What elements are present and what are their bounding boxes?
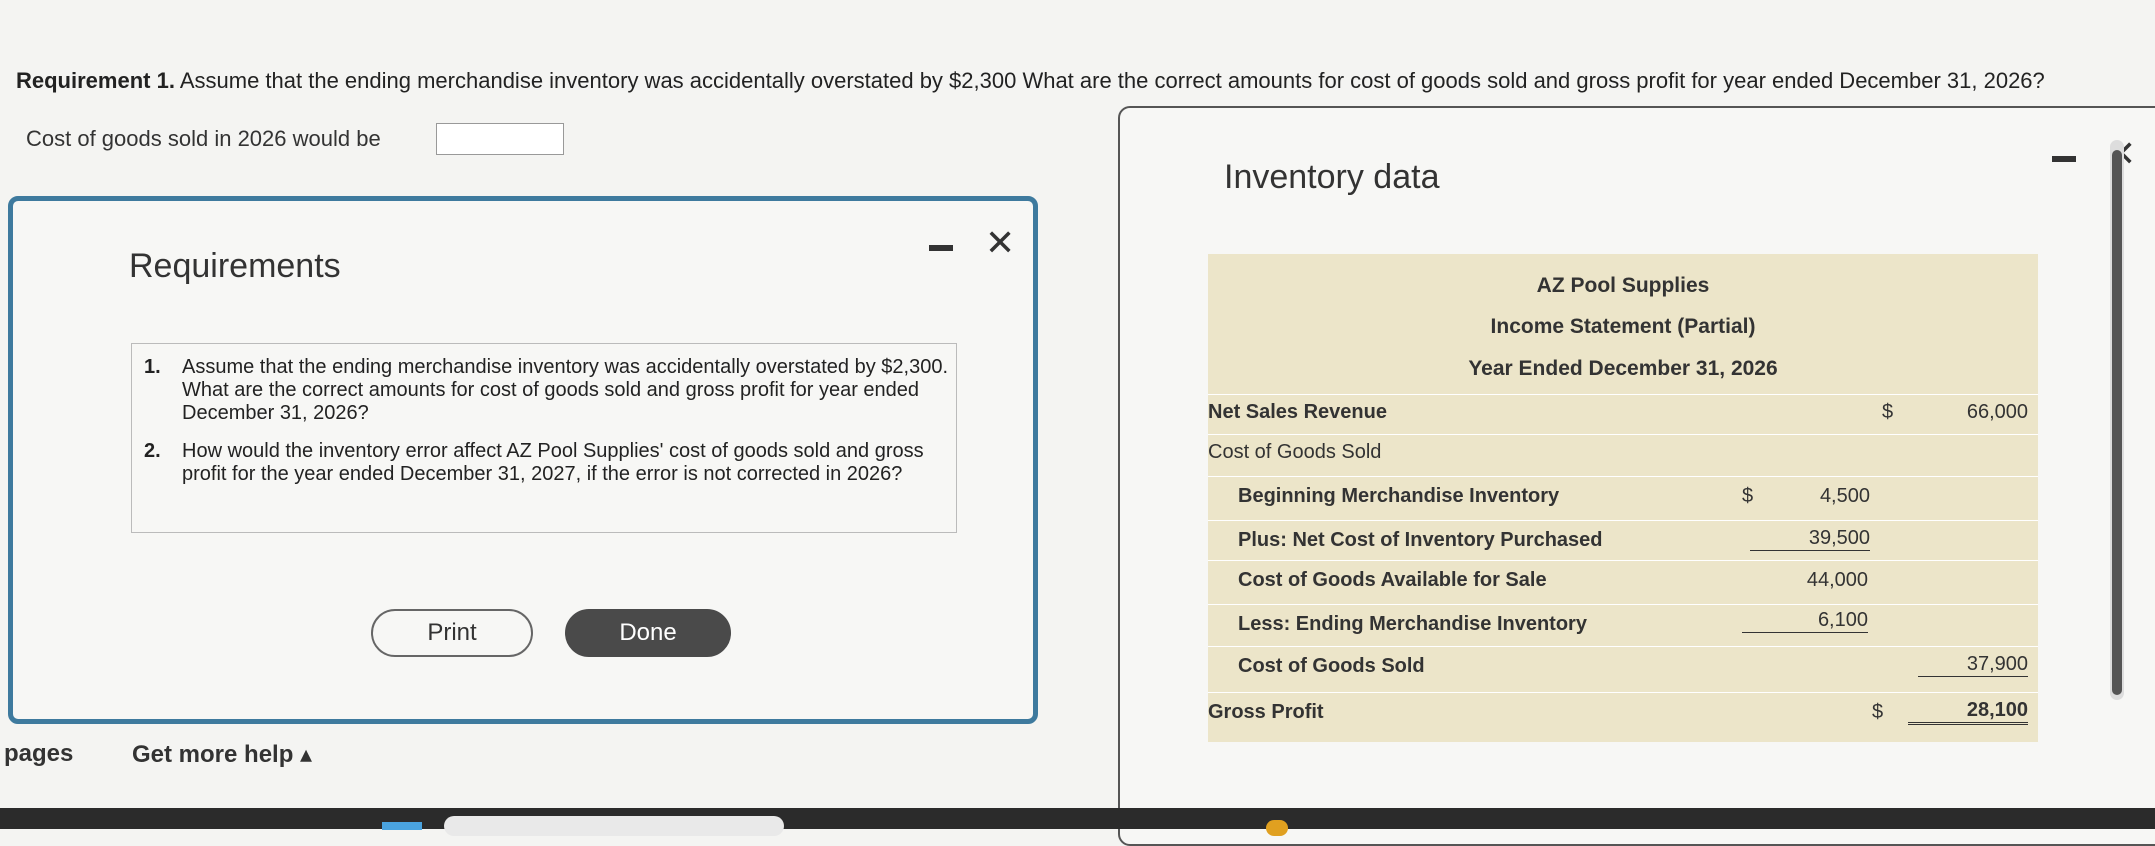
row-value: 37,900 xyxy=(1918,653,2028,677)
table-row: Cost of Goods Available for Sale 44,000 xyxy=(1208,560,2038,595)
item-text: How would the inventory error affect AZ … xyxy=(182,440,924,485)
row-value: 28,100 xyxy=(1908,699,2028,725)
item-text: Assume that the ending merchandise inven… xyxy=(182,356,948,424)
statement-name: Income Statement (Partial) xyxy=(1490,315,1756,338)
row-label: Cost of Goods Sold xyxy=(1208,441,1382,463)
table-row: Net Sales Revenue $ 66,000 xyxy=(1208,394,2038,429)
table-row: Beginning Merchandise Inventory $ 4,500 xyxy=(1208,476,2038,511)
requirements-list: 1. Assume that the ending merchandise in… xyxy=(131,343,957,533)
requirement-text: Assume that the ending merchandise inven… xyxy=(179,68,2045,93)
done-button[interactable]: Done xyxy=(565,609,731,657)
table-row: Cost of Goods Sold xyxy=(1208,434,2038,469)
row-label: Cost of Goods Available for Sale xyxy=(1238,569,1547,591)
dialog-title: Requirements xyxy=(129,247,341,285)
dollar-sign: $ xyxy=(1872,701,1884,723)
taskbar xyxy=(0,808,2155,829)
get-more-help-link[interactable]: Get more help ▴ xyxy=(132,740,312,769)
row-label: Cost of Goods Sold xyxy=(1238,655,1425,677)
table-row: Gross Profit $ 28,100 xyxy=(1208,692,2038,727)
dollar-sign: $ xyxy=(1742,485,1754,507)
close-icon[interactable]: ✕ xyxy=(985,225,1015,261)
row-label: Gross Profit xyxy=(1208,701,1324,723)
row-value: 39,500 xyxy=(1750,527,1870,551)
table-row: Plus: Net Cost of Inventory Purchased 39… xyxy=(1208,520,2038,555)
row-value: 44,000 xyxy=(1806,569,1868,591)
income-statement-table: AZ Pool Supplies Income Statement (Parti… xyxy=(1208,254,2038,742)
row-label: Less: Ending Merchandise Inventory xyxy=(1238,613,1587,635)
list-item: 2. How would the inventory error affect … xyxy=(144,440,944,514)
row-value: 66,000 xyxy=(1966,401,2028,423)
scrollbar-thumb[interactable] xyxy=(2112,150,2122,695)
cogs-input[interactable] xyxy=(436,123,564,155)
dollar-sign: $ xyxy=(1882,401,1894,423)
item-number: 2. xyxy=(144,440,161,462)
taskbar-app-icon[interactable] xyxy=(1266,820,1288,836)
item-number: 1. xyxy=(144,356,161,378)
row-label: Net Sales Revenue xyxy=(1208,401,1387,423)
pages-label: pages xyxy=(4,740,74,767)
statement-period: Year Ended December 31, 2026 xyxy=(1468,357,1778,380)
row-value: 4,500 xyxy=(1819,485,1870,507)
company-name: AZ Pool Supplies xyxy=(1536,274,1710,297)
requirements-dialog: Requirements ✕ 1. Assume that the ending… xyxy=(8,196,1038,724)
row-label: Beginning Merchandise Inventory xyxy=(1238,485,1560,507)
row-value: 6,100 xyxy=(1742,609,1868,633)
cogs-prompt-label: Cost of goods sold in 2026 would be xyxy=(26,126,381,151)
table-row: Cost of Goods Sold 37,900 xyxy=(1208,646,2038,681)
taskbar-search[interactable] xyxy=(444,816,784,836)
requirement-lead: Requirement 1. xyxy=(16,68,175,93)
minimize-icon[interactable] xyxy=(929,245,953,251)
requirement-question: Requirement 1. Assume that the ending me… xyxy=(16,68,2045,94)
list-item: 1. Assume that the ending merchandise in… xyxy=(144,356,948,430)
panel-title: Inventory data xyxy=(1224,158,1440,196)
table-row: Less: Ending Merchandise Inventory 6,100 xyxy=(1208,604,2038,639)
minimize-icon[interactable] xyxy=(2052,156,2076,162)
inventory-data-panel: Inventory data ✕ AZ Pool Supplies Income… xyxy=(1118,106,2155,846)
row-label: Plus: Net Cost of Inventory Purchased xyxy=(1238,529,1603,551)
print-button[interactable]: Print xyxy=(371,609,533,657)
